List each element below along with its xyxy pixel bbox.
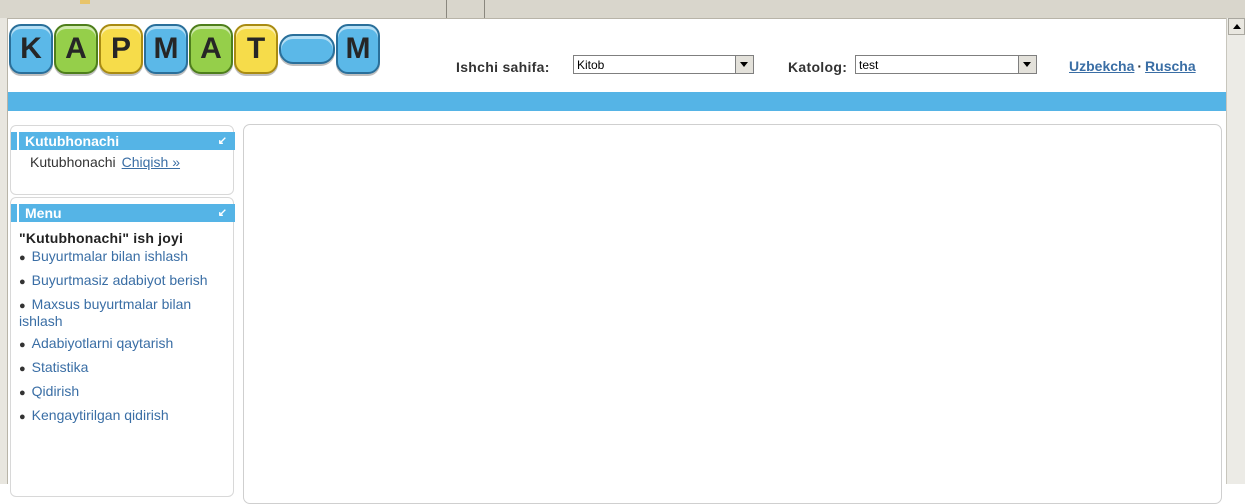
user-box-title-text: Kutubhonachi bbox=[25, 133, 120, 149]
lang-separator: · bbox=[1137, 58, 1143, 74]
lang-russian-link[interactable]: Ruscha bbox=[1145, 58, 1196, 74]
logo-tile: A bbox=[54, 24, 98, 74]
catalog-label: Katolog: bbox=[788, 59, 848, 75]
menu-item-label[interactable]: Adabiyotlarni qaytarish bbox=[32, 335, 174, 351]
language-switcher: Uzbekcha · Ruscha bbox=[1069, 58, 1196, 74]
menu-item[interactable]: ● Statistika bbox=[19, 360, 224, 377]
bullet-icon: ● bbox=[19, 339, 26, 351]
catalog-select-value: test bbox=[859, 57, 879, 72]
menu-box-title: Menu ↙ bbox=[11, 204, 235, 222]
bullet-icon: ● bbox=[19, 300, 26, 312]
vertical-scrollbar[interactable] bbox=[1226, 18, 1245, 484]
user-box-title: Kutubhonachi ↙ bbox=[11, 132, 235, 150]
menu-item[interactable]: ● Buyurtmasiz adabiyot berish bbox=[19, 273, 224, 290]
bullet-icon: ● bbox=[19, 363, 26, 375]
bullet-icon: ● bbox=[19, 387, 26, 399]
bullet-icon: ● bbox=[19, 411, 26, 423]
user-box: Kutubhonachi ↙ Kutubhonachi Chiqish » bbox=[10, 125, 235, 195]
tab-divider bbox=[446, 0, 447, 18]
menu-item-label[interactable]: Buyurtmasiz adabiyot berish bbox=[32, 272, 208, 288]
user-info: Kutubhonachi Chiqish » bbox=[11, 150, 233, 170]
user-name: Kutubhonachi bbox=[30, 154, 116, 170]
menu-item-label[interactable]: Maxsus buyurtmalar bilan ishlash bbox=[19, 296, 191, 329]
menu-box: Menu ↙ "Kutubhonachi" ish joyi ● Buyurtma… bbox=[10, 197, 235, 497]
menu-item[interactable]: ● Buyurtmalar bilan ishlash bbox=[19, 249, 224, 266]
menu-box-title-text: Menu bbox=[25, 205, 62, 221]
menu-item-label[interactable]: Buyurtmalar bilan ishlash bbox=[32, 248, 188, 264]
arrow-collapse-icon[interactable]: ↙ bbox=[218, 204, 227, 222]
logo-tile: M bbox=[144, 24, 188, 74]
header-bar bbox=[8, 92, 1226, 111]
menu-item[interactable]: ● Adabiyotlarni qaytarish bbox=[19, 336, 224, 353]
logo-tile: A bbox=[189, 24, 233, 74]
tab-divider bbox=[484, 0, 485, 18]
menu-item[interactable]: ● Qidirish bbox=[19, 384, 224, 401]
arrow-collapse-icon[interactable]: ↙ bbox=[218, 132, 227, 150]
logo-tile-pill bbox=[279, 34, 335, 64]
workspace-select-value: Kitob bbox=[577, 57, 605, 72]
menu-item-label[interactable]: Qidirish bbox=[32, 383, 79, 399]
logo-tile: T bbox=[234, 24, 278, 74]
workspace-label: Ishchi sahifa: bbox=[456, 59, 550, 75]
logout-link[interactable]: Chiqish » bbox=[122, 154, 180, 170]
menu-item-label[interactable]: Kengaytirilgan qidirish bbox=[32, 407, 169, 423]
main-content-panel bbox=[243, 124, 1222, 504]
dropdown-arrow-icon[interactable] bbox=[1018, 56, 1036, 73]
tab-indicator bbox=[80, 0, 90, 4]
menu-item-label[interactable]: Statistika bbox=[32, 359, 89, 375]
scroll-up-icon[interactable] bbox=[1228, 18, 1245, 35]
logo-tile: P bbox=[99, 24, 143, 74]
lang-uzbek-link[interactable]: Uzbekcha bbox=[1069, 58, 1134, 74]
menu-item[interactable]: ● Kengaytirilgan qidirish bbox=[19, 408, 224, 425]
logo-tile: M bbox=[336, 24, 380, 74]
site-logo[interactable]: K A P M A T M bbox=[9, 24, 380, 78]
dropdown-arrow-icon[interactable] bbox=[735, 56, 753, 73]
bullet-icon: ● bbox=[19, 276, 26, 288]
browser-frame-left bbox=[0, 18, 8, 484]
menu-item[interactable]: ● Maxsus buyurtmalar bilan ishlash bbox=[19, 297, 224, 329]
browser-chrome-top bbox=[0, 0, 1245, 19]
workspace-select[interactable]: Kitob bbox=[573, 55, 754, 74]
menu-list: ● Buyurtmalar bilan ishlash ● Buyurtmasiz … bbox=[11, 249, 233, 425]
logo-tile: K bbox=[9, 24, 53, 74]
workspace-title: "Kutubhonachi" ish joyi bbox=[19, 230, 184, 246]
catalog-select[interactable]: test bbox=[855, 55, 1037, 74]
bullet-icon: ● bbox=[19, 252, 26, 264]
